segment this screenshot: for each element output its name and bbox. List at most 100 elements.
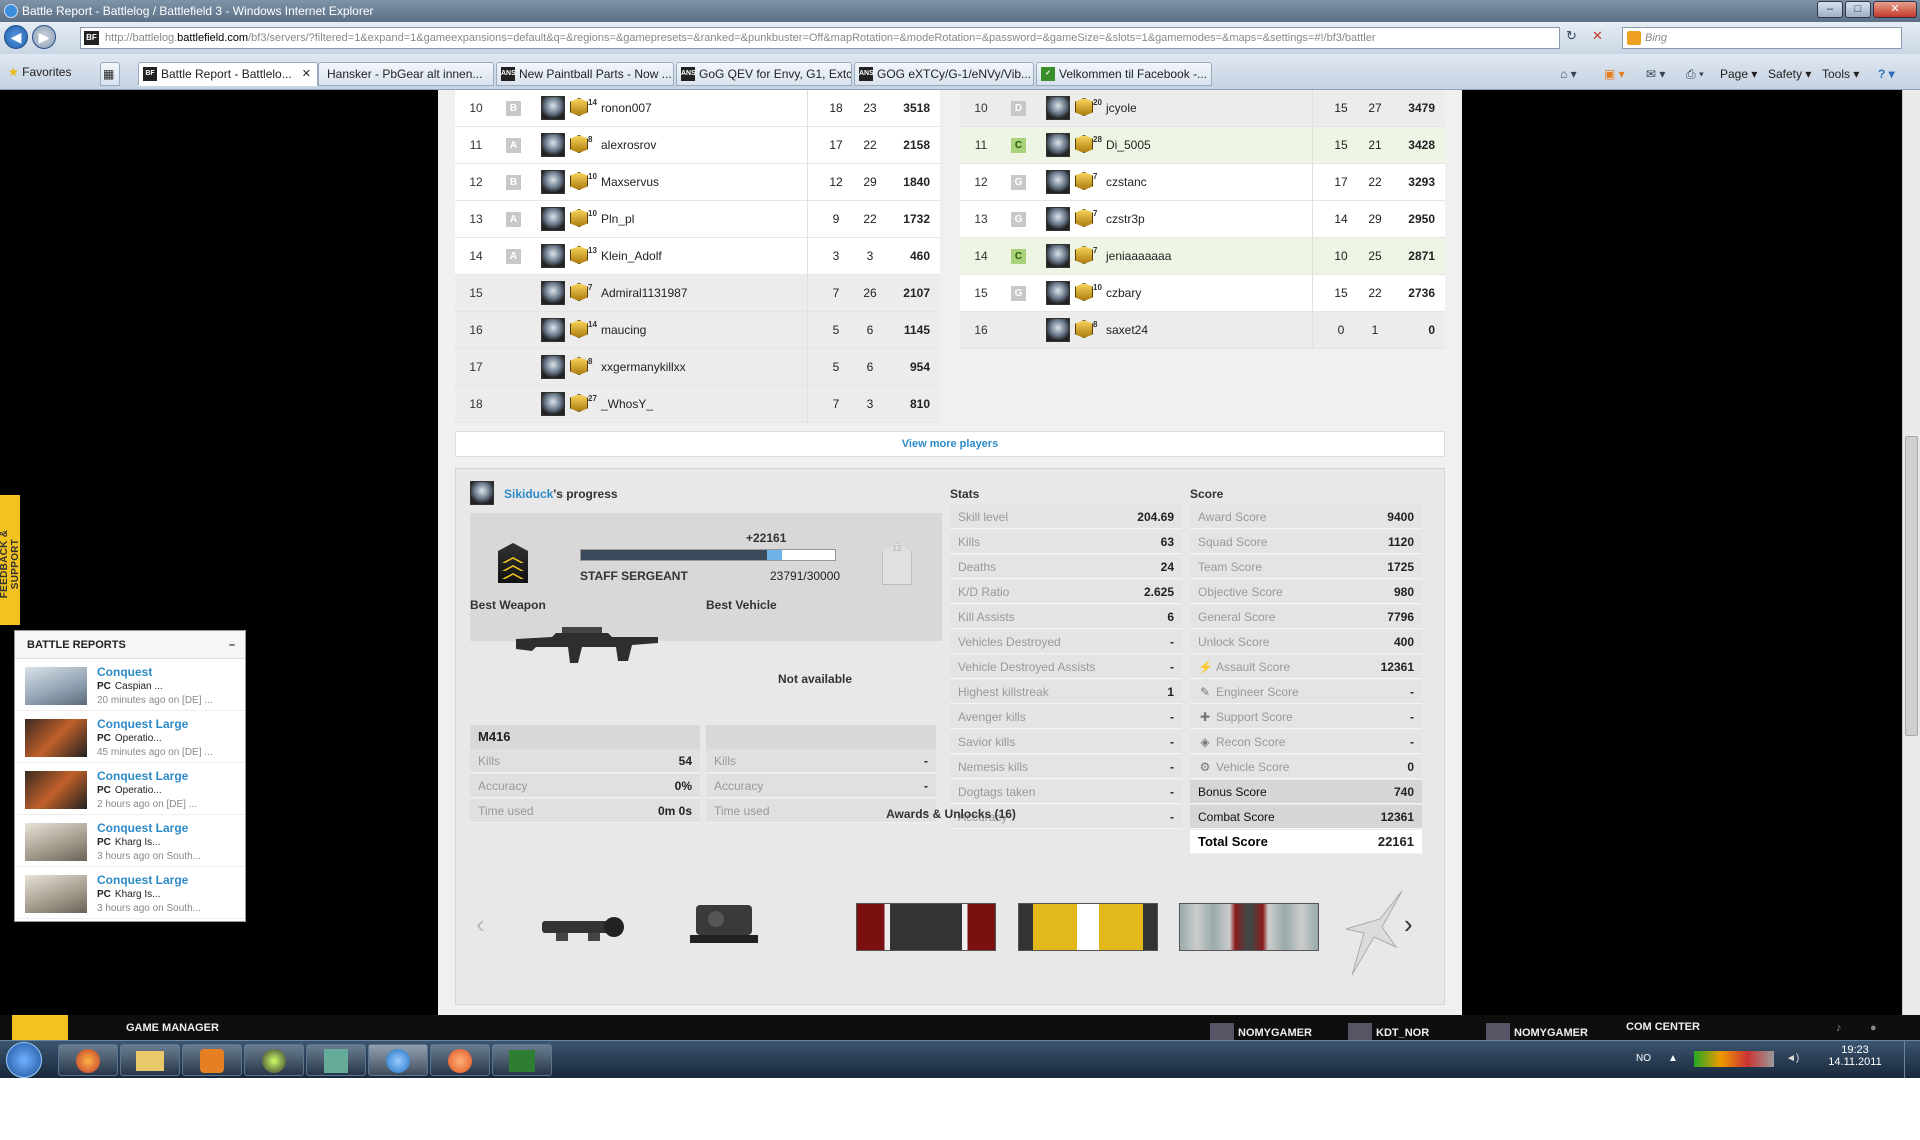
network-taskbar-icon[interactable] (306, 1044, 366, 1076)
speaker-icon[interactable]: ♪ (1836, 1022, 1842, 1034)
player-name[interactable]: Admiral1131987 (601, 275, 688, 312)
tab-paintball-parts[interactable]: ANS New Paintball Parts - Now ... (496, 62, 674, 86)
player-position: 10 (469, 101, 483, 115)
favorites-button[interactable]: ★ Favorites (8, 62, 71, 82)
view-more-players-button[interactable]: View more players (455, 431, 1445, 457)
player-name[interactable]: czbary (1106, 275, 1141, 312)
close-window-button[interactable]: ✕ (1873, 1, 1917, 18)
terminal-taskbar-icon[interactable] (492, 1044, 552, 1076)
player-row[interactable]: 10 B 14 ronon007 18 23 3518 (455, 90, 940, 127)
player-name[interactable]: Pln_pl (601, 201, 634, 238)
player-row[interactable]: 15 7 Admiral1131987 7 26 2107 (455, 275, 940, 312)
ie-taskbar-icon[interactable] (368, 1044, 428, 1076)
microphone-icon[interactable]: ● (1870, 1022, 1877, 1034)
game-manager-toggle[interactable] (12, 1015, 68, 1043)
player-row[interactable]: 14 A 13 Klein_Adolf 3 3 460 (455, 238, 940, 275)
feeds-icon[interactable]: ▣ ▾ (1604, 64, 1625, 84)
battle-report-item[interactable]: Conquest Large PC Kharg Is... 3 hours ago o… (15, 867, 245, 919)
player-name[interactable]: czstr3p (1106, 201, 1145, 238)
show-desktop-button[interactable] (1904, 1041, 1920, 1078)
player-row[interactable]: 13 A 10 Pln_pl 9 22 1732 (455, 201, 940, 238)
close-tab-icon[interactable]: ✕ (302, 63, 311, 85)
player-name[interactable]: czstanc (1106, 164, 1147, 201)
player-row[interactable]: 10 D 20 jcyole 15 27 3479 (960, 90, 1445, 127)
explorer-taskbar-icon[interactable] (120, 1044, 180, 1076)
battle-report-item[interactable]: Conquest Large PC Operatio... 45 minutes ag… (15, 711, 245, 763)
home-icon[interactable]: ⌂ ▾ (1560, 64, 1577, 84)
tray-icons[interactable] (1694, 1051, 1774, 1067)
tab-battle-report[interactable]: BF Battle Report - Battlelo... ✕ (138, 62, 318, 86)
battle-report-item[interactable]: Conquest Large PC Kharg Is... 3 hours ago o… (15, 815, 245, 867)
quick-tabs-button[interactable]: ▦ (100, 62, 120, 86)
player-row[interactable]: 16 8 saxet24 0 1 0 (960, 312, 1445, 349)
game-mode[interactable]: Conquest (97, 665, 152, 679)
page-scrollbar[interactable] (1902, 90, 1920, 1015)
language-indicator[interactable]: NO (1636, 1053, 1651, 1064)
player-row[interactable]: 18 27 _WhosY_ 7 3 810 (455, 386, 940, 423)
search-input[interactable]: Bing (1622, 27, 1902, 49)
volume-icon[interactable]: ◄) (1786, 1053, 1799, 1064)
battle-report-item[interactable]: Conquest Large PC Operatio... 2 hours ago o… (15, 763, 245, 815)
firefox-taskbar-icon[interactable] (58, 1044, 118, 1076)
stop-icon[interactable]: ✕ (1592, 28, 1610, 48)
tray-arrow-icon[interactable]: ▲ (1668, 1053, 1678, 1064)
player-name[interactable]: _WhosY_ (601, 386, 653, 423)
tab-facebook[interactable]: ✓ Velkommen til Facebook -... (1036, 62, 1212, 86)
username-link[interactable]: Sikiduck (504, 487, 553, 501)
awards-prev-arrow[interactable]: ‹ (476, 909, 485, 940)
help-menu[interactable]: ? ▾ (1878, 64, 1895, 84)
player-name[interactable]: alexrosrov (601, 127, 656, 164)
player-name[interactable]: Di_5005 (1106, 127, 1151, 164)
chat-taskbar-icon[interactable] (244, 1044, 304, 1076)
friend-name[interactable]: NOMYGAMER (1238, 1027, 1312, 1039)
clock[interactable]: 19:23 14.11.2011 (1820, 1044, 1890, 1068)
collapse-icon[interactable]: – (229, 631, 235, 659)
media-player-taskbar-icon[interactable] (182, 1044, 242, 1076)
rank-name: STAFF SERGEANT (580, 569, 688, 583)
player-row[interactable]: 17 8 xxgermanykillxx 5 6 954 (455, 349, 940, 386)
tools-menu[interactable]: Tools ▾ (1822, 64, 1859, 84)
player-row[interactable]: 11 C 28 Di_5005 15 21 3428 (960, 127, 1445, 164)
start-button[interactable] (6, 1042, 42, 1078)
feedback-support-tab[interactable]: FEEDBACK & SUPPORT (0, 495, 21, 625)
player-name[interactable]: ronon007 (601, 90, 652, 127)
game-mode[interactable]: Conquest Large (97, 769, 188, 783)
back-button[interactable]: ◀ (4, 25, 28, 49)
player-name[interactable]: Klein_Adolf (601, 238, 662, 275)
player-row[interactable]: 13 G 7 czstr3p 14 29 2950 (960, 201, 1445, 238)
game-mode[interactable]: Conquest Large (97, 717, 188, 731)
tab-gog-extcy[interactable]: ANS GOG eXTCy/G-1/eNVy/Vib... (854, 62, 1034, 86)
minimize-button[interactable]: – (1817, 1, 1843, 18)
origin-taskbar-icon[interactable] (430, 1044, 490, 1076)
player-row[interactable]: 12 G 7 czstanc 17 22 3293 (960, 164, 1445, 201)
tab-gog-qev[interactable]: ANS GoG QEV for Envy, G1, Extc... (676, 62, 852, 86)
tab-hansker[interactable]: Hansker - PbGear alt innen... (318, 62, 494, 86)
player-name[interactable]: jeniaaaaaaa (1106, 238, 1171, 275)
game-mode[interactable]: Conquest Large (97, 873, 188, 887)
player-row[interactable]: 15 G 10 czbary 15 22 2736 (960, 275, 1445, 312)
player-row[interactable]: 16 14 maucing 5 6 1145 (455, 312, 940, 349)
player-name[interactable]: jcyole (1106, 90, 1137, 127)
page-menu[interactable]: Page ▾ (1720, 64, 1757, 84)
player-name[interactable]: xxgermanykillxx (601, 349, 686, 386)
player-name[interactable]: Maxservus (601, 164, 659, 201)
friend-name[interactable]: KDT_NOR (1376, 1027, 1429, 1039)
player-name[interactable]: saxet24 (1106, 312, 1148, 349)
mail-icon[interactable]: ✉ ▾ (1646, 64, 1665, 84)
game-mode[interactable]: Conquest Large (97, 821, 188, 835)
maximize-button[interactable]: □ (1845, 1, 1871, 18)
url-field[interactable]: BF http://battlelog.battlefield.com/bf3/… (80, 27, 1560, 49)
battle-report-item[interactable]: Conquest PC Caspian ... 20 minutes ago on [… (15, 659, 245, 711)
player-row[interactable]: 14 C 7 jeniaaaaaaa 10 25 2871 (960, 238, 1445, 275)
refresh-icon[interactable]: ↻ (1566, 28, 1584, 48)
player-row[interactable]: 11 A 8 alexrosrov 17 22 2158 (455, 127, 940, 164)
print-icon[interactable]: ⎙ ▾ (1686, 64, 1704, 84)
forward-button[interactable]: ▶ (32, 25, 56, 49)
friend-name[interactable]: NOMYGAMER (1514, 1027, 1588, 1039)
awards-next-arrow[interactable]: › (1404, 909, 1413, 940)
com-center-button[interactable]: COM CENTER (1626, 1021, 1700, 1033)
player-row[interactable]: 12 B 10 Maxservus 12 29 1840 (455, 164, 940, 201)
player-name[interactable]: maucing (601, 312, 646, 349)
scrollbar-thumb[interactable] (1905, 436, 1918, 736)
safety-menu[interactable]: Safety ▾ (1768, 64, 1811, 84)
